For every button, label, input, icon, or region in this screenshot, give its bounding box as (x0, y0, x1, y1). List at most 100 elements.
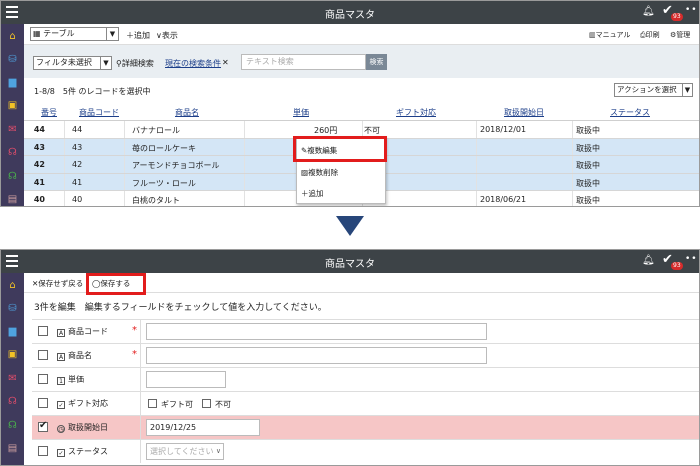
clear-filter-icon[interactable]: ✕ (222, 58, 229, 67)
plus-icon: ＋ (126, 31, 134, 40)
cell-gift: 不可 (364, 126, 380, 135)
search-input[interactable]: テキスト検索 (241, 54, 366, 70)
name-input[interactable] (146, 347, 487, 364)
field-label: ✓ ギフト対応 (57, 398, 108, 409)
cell-code: 41 (72, 177, 83, 187)
mail-icon[interactable]: ✉ (6, 123, 19, 136)
gift-option-yes[interactable]: ギフト可 (148, 399, 193, 410)
cell-status: 取扱中 (576, 196, 600, 205)
current-condition-link[interactable]: 現在の検索条件 (165, 58, 221, 69)
cell-price: 260円 (314, 126, 338, 135)
manual-button[interactable]: ▥マニュアル (589, 30, 630, 40)
add-item[interactable]: ＋追加 (301, 188, 324, 199)
field-checkbox[interactable] (38, 398, 48, 408)
column-divider (64, 156, 65, 173)
column-divider (572, 138, 573, 155)
field-label-text: 商品コード (68, 327, 108, 336)
checkbox-field-icon: ✓ (57, 449, 65, 457)
back-without-save-button[interactable]: ✕保存せず戻る (32, 278, 83, 289)
cell-status: 取扱中 (576, 161, 600, 170)
column-divider (124, 121, 125, 138)
app-title: 商品マスタ (325, 10, 375, 21)
title-bar: 商品マスタ 🔔︎ ✔ 93 ••• (1, 250, 699, 273)
clock-icon: ◷ (57, 425, 65, 433)
filter-select[interactable]: フィルタ未選択 ▼ (33, 56, 112, 70)
list-view-screen: 商品マスタ 🔔︎ ✔ 93 ••• ⌂ ⛁ ▆ ▣ ✉ ☊ ☊ ▤ ▦ テーブル… (0, 0, 700, 207)
advanced-search-button[interactable]: ⚲詳細検索 (116, 58, 154, 69)
column-divider (244, 156, 245, 173)
header-start[interactable]: 取扱開始日 (504, 107, 544, 118)
column-divider (476, 121, 477, 138)
save-callout (86, 273, 146, 295)
chevron-down-icon: ▼ (100, 57, 111, 69)
header-gift[interactable]: ギフト対応 (396, 107, 436, 118)
field-checkbox[interactable] (38, 374, 48, 384)
database-icon[interactable]: ⛁ (6, 53, 19, 66)
checkbox-field-icon: ✓ (57, 401, 65, 409)
bell-icon[interactable]: 🔔︎ (642, 6, 655, 17)
document-icon[interactable]: ▤ (6, 193, 19, 206)
table-header: 番号 商品コード 商品名 単価 ギフト対応 取扱開始日 ステータス (24, 101, 699, 121)
mail-icon[interactable]: ✉ (6, 372, 19, 385)
display-label: 表示 (161, 31, 178, 40)
header-code[interactable]: 商品コード (79, 107, 119, 118)
display-button[interactable]: ∨表示 (156, 30, 178, 41)
bell-icon[interactable]: 🔔︎ (642, 255, 655, 266)
header-price[interactable]: 単価 (293, 107, 309, 118)
chat-icon[interactable]: ▆ (6, 76, 19, 89)
field-checkbox[interactable] (38, 446, 48, 456)
chat-icon[interactable]: ▆ (6, 325, 19, 338)
action-select[interactable]: アクションを選択 ▼ (614, 83, 693, 97)
view-select[interactable]: ▦ テーブル ▼ (30, 27, 119, 41)
header-name[interactable]: 商品名 (175, 107, 199, 118)
field-checkbox[interactable] (38, 326, 48, 336)
cell-no: 40 (33, 195, 45, 204)
filter-bar: フィルタ未選択 ▼ ⚲詳細検索 現在の検索条件 ✕ テキスト検索 検索 (24, 45, 699, 78)
bulk-edit-callout (293, 136, 387, 162)
book-icon: ▥ (589, 31, 596, 39)
column-divider (64, 138, 65, 155)
info-bar: 1-8/8 5件 のレコードを選択中 アクションを選択 ▼ (24, 78, 699, 100)
bag-icon[interactable]: ▣ (6, 99, 19, 112)
header-status[interactable]: ステータス (610, 107, 650, 118)
cell-name: 苺のロールケーキ (132, 143, 196, 153)
header-no[interactable]: 番号 (41, 107, 57, 118)
field-row-start-date: ◷取扱開始日 2019/12/25 (32, 415, 699, 439)
headset-icon[interactable]: ☊ (6, 146, 19, 159)
record-count: 1-8/8 5件 のレコードを選択中 (34, 87, 151, 96)
support-icon[interactable]: ☊ (6, 170, 19, 183)
chevron-down-icon: ∨ (215, 447, 221, 455)
edit-heading: 3件を編集 編集するフィールドをチェックして値を入力してください。 (34, 303, 327, 313)
notification-badge: 93 (671, 13, 683, 21)
search-button[interactable]: 検索 (366, 54, 387, 70)
price-input[interactable] (146, 371, 226, 388)
status-select[interactable]: 選択してください ∨ (146, 443, 224, 460)
support-icon[interactable]: ☊ (6, 419, 19, 432)
required-mark: * (132, 349, 137, 360)
notification-badge: 93 (671, 262, 683, 270)
admin-button[interactable]: ⚙管理 (670, 30, 690, 40)
gift-yes-checkbox[interactable] (148, 399, 157, 408)
home-icon[interactable]: ⌂ (6, 30, 19, 43)
more-icon[interactable]: ••• (685, 254, 699, 264)
print-button[interactable]: ⎙印刷 (640, 30, 660, 40)
action-select-value: アクションを選択 (617, 85, 677, 94)
gift-option-no[interactable]: 不可 (202, 399, 231, 410)
more-icon[interactable]: ••• (685, 5, 699, 15)
document-icon[interactable]: ▤ (6, 442, 19, 455)
add-button[interactable]: ＋追加 (126, 30, 150, 41)
bulk-delete-item[interactable]: ▨複数削除 (301, 167, 338, 178)
gift-no-checkbox[interactable] (202, 399, 211, 408)
field-checkbox-checked[interactable] (38, 420, 48, 432)
cell-name: バナナロール (132, 126, 180, 135)
field-label-text: ギフト対応 (68, 399, 108, 408)
field-label-text: 単価 (68, 375, 84, 384)
start-date-input[interactable]: 2019/12/25 (146, 419, 260, 436)
headset-icon[interactable]: ☊ (6, 395, 19, 408)
field-checkbox[interactable] (38, 350, 48, 360)
cell-status: 取扱中 (576, 143, 600, 153)
database-icon[interactable]: ⛁ (6, 302, 19, 315)
home-icon[interactable]: ⌂ (6, 279, 19, 292)
bag-icon[interactable]: ▣ (6, 348, 19, 361)
code-input[interactable] (146, 323, 487, 340)
